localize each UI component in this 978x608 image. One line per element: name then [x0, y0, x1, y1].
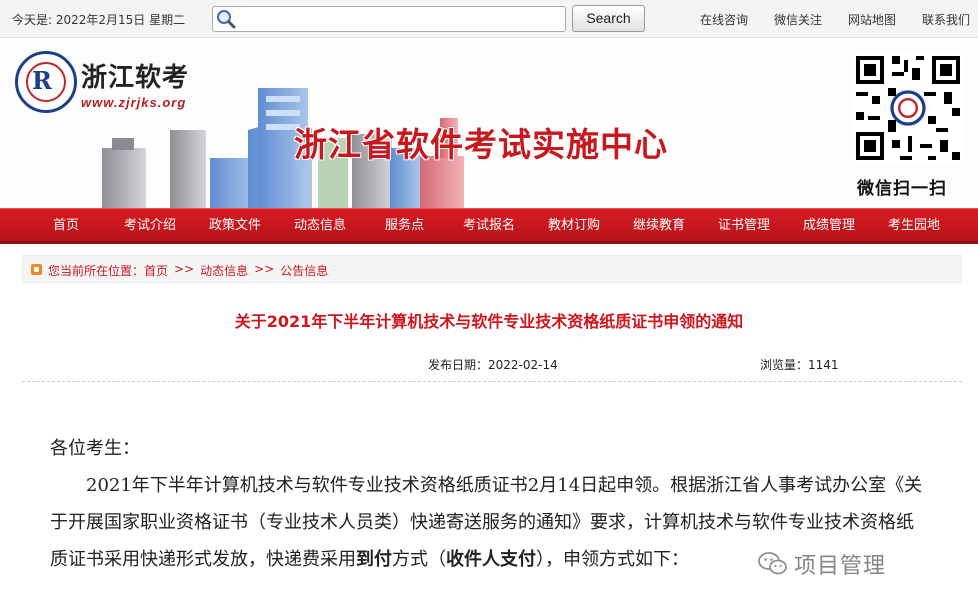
breadcrumb-news[interactable]: 动态信息	[200, 262, 248, 279]
nav-item-candidate-corner[interactable]: 考生园地	[888, 209, 940, 242]
link-online-consult[interactable]: 在线咨询	[700, 11, 748, 28]
publish-date: 发布日期：2022-02-14	[428, 358, 558, 372]
paragraph-emphasis: 收件人支付	[446, 549, 536, 570]
qr-caption: 微信扫一扫	[857, 179, 947, 199]
paragraph-text: ），申领方式如下：	[536, 549, 689, 570]
breadcrumb-announcements[interactable]: 公告信息	[280, 262, 328, 279]
header-banner: R 浙江软考 www.zjrjks.org 浙江省软件考试实施中心 微信扫一扫	[0, 38, 978, 208]
nav-item-continuing-edu[interactable]: 继续教育	[633, 209, 685, 242]
search-input[interactable]	[239, 9, 559, 29]
nav-item-news[interactable]: 动态信息	[294, 209, 346, 242]
watermark-text: 项目管理	[794, 554, 887, 579]
nav-item-certificates[interactable]: 证书管理	[718, 209, 770, 242]
search-box[interactable]	[212, 6, 566, 32]
divider	[22, 381, 962, 382]
current-date: 今天是: 2022年2月15日 星期二	[12, 13, 186, 27]
nav-item-exam-intro[interactable]: 考试介绍	[124, 209, 176, 242]
top-bar: 今天是: 2022年2月15日 星期二 Search 在线咨询 微信关注 网站地…	[0, 0, 978, 38]
nav-item-service-points[interactable]: 服务点	[385, 209, 424, 242]
watermark: 项目管理	[758, 548, 886, 580]
paragraph-emphasis: 到付	[356, 549, 392, 570]
search-icon	[217, 10, 236, 29]
search-button[interactable]: Search	[572, 5, 645, 32]
link-site-map[interactable]: 网站地图	[848, 11, 896, 28]
link-wechat-follow[interactable]: 微信关注	[774, 11, 822, 28]
breadcrumb-prefix: 您当前所在位置：	[48, 264, 145, 278]
nav-item-policy[interactable]: 政策文件	[209, 209, 261, 242]
site-title: 浙江省软件考试实施中心	[294, 125, 668, 164]
article-title: 关于2021年下半年计算机技术与软件专业技术资格纸质证书申领的通知	[234, 312, 744, 331]
breadcrumb-separator: >>	[174, 262, 195, 276]
main-nav: 首页 考试介绍 政策文件 动态信息 服务点 考试报名 教材订购 继续教育 证书管…	[0, 208, 978, 244]
link-contact-us[interactable]: 联系我们	[922, 11, 970, 28]
wechat-icon	[758, 552, 787, 575]
wechat-qr-code-icon	[852, 52, 964, 164]
nav-item-scores[interactable]: 成绩管理	[803, 209, 855, 242]
top-links: 在线咨询 微信关注 网站地图 联系我们	[674, 11, 970, 28]
nav-item-home[interactable]: 首页	[53, 209, 79, 242]
nav-item-registration[interactable]: 考试报名	[463, 209, 515, 242]
view-count: 浏览量：1141	[760, 358, 839, 372]
location-icon	[31, 264, 42, 275]
salutation: 各位考生：	[50, 438, 140, 459]
breadcrumb-separator: >>	[254, 262, 275, 276]
nav-item-textbooks[interactable]: 教材订购	[548, 209, 600, 242]
logo-emblem-icon: R	[15, 51, 77, 113]
breadcrumb: 您当前所在位置： 首页 >> 动态信息 >> 公告信息	[22, 255, 962, 283]
breadcrumb-home[interactable]: 首页	[144, 262, 168, 279]
paragraph-text: 方式（	[392, 549, 446, 570]
